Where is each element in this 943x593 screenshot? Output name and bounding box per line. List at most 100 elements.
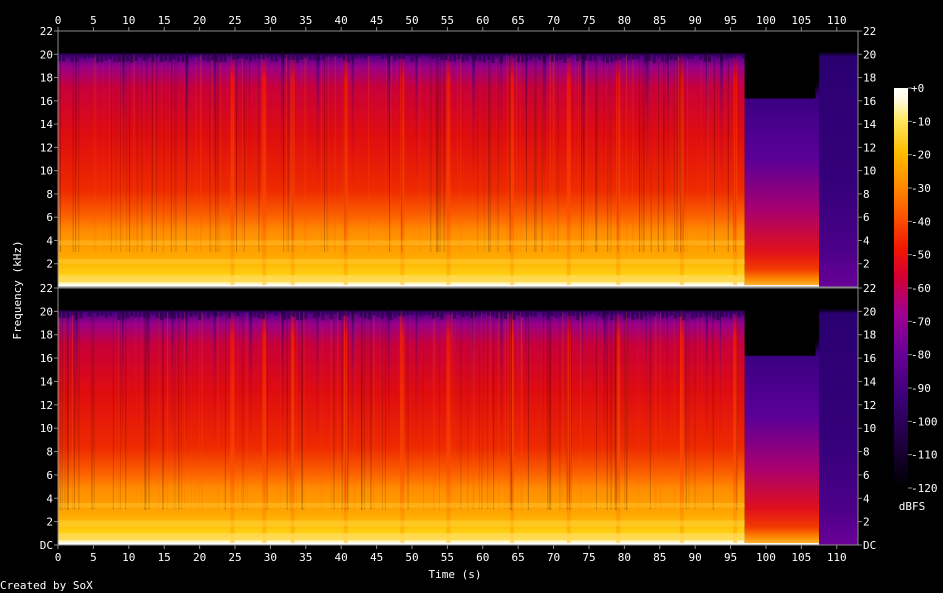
y-tick-label-right: 20 [863, 48, 876, 61]
spectrum-striation [126, 54, 128, 253]
spectrum-striation [735, 54, 737, 253]
spectrum-striation [178, 311, 180, 510]
spectrum-cutoff-edge [673, 53, 677, 61]
spectrum-striation [657, 54, 659, 253]
spectrum-striation [460, 311, 462, 510]
spectrum-cutoff-edge [690, 310, 694, 320]
spectrum-striation [396, 54, 398, 253]
spectrum-cutoff-edge [363, 310, 367, 319]
spectrum-quiet-gap [603, 306, 607, 448]
spectrum-cutoff-edge [134, 310, 138, 318]
spectrum-cutoff-edge [571, 53, 575, 56]
spectrum-cutoff-edge [240, 310, 244, 314]
spectrum-striation [75, 54, 77, 253]
spectrum-striation [733, 54, 735, 253]
spectrum-striation [549, 311, 551, 510]
spectrogram-right-channel [58, 288, 858, 545]
spectrum-striation [436, 54, 438, 253]
spectrum-cutoff-edge [533, 310, 537, 317]
spectrum-cutoff-edge [266, 53, 270, 58]
spectrum-cutoff-edge [448, 310, 452, 315]
spectrum-cutoff-edge [168, 310, 172, 319]
spectrum-cutoff-edge [525, 53, 529, 62]
spectrum-cutoff-edge [261, 53, 265, 60]
spectrogram-left-channel [58, 31, 858, 288]
spectrum-cutoff-edge [720, 53, 724, 61]
spectrum-cutoff-edge [622, 53, 626, 58]
spectrum-striation [688, 311, 690, 510]
spectrum-quiet-gap [121, 306, 124, 448]
spectrum-striation [345, 54, 347, 253]
spectrum-striation [639, 54, 641, 253]
spectrum-cutoff-edge [142, 310, 146, 318]
spectrum-striation [115, 54, 117, 253]
spectrum-cutoff-edge [419, 53, 423, 58]
spectrum-cutoff-edge [504, 53, 508, 56]
spectrum-striation [714, 54, 716, 253]
spectrum-striation [321, 311, 323, 510]
spectrum-cutoff-edge [724, 53, 728, 59]
x-tick-label-bottom: 85 [653, 551, 666, 564]
spectrum-striation [535, 54, 537, 253]
x-tick-label-bottom: 60 [476, 551, 489, 564]
spectrum-cutoff-edge [414, 53, 418, 58]
spectrum-striation [435, 54, 437, 253]
spectrum-quiet-gap [249, 49, 251, 190]
spectrum-cutoff-edge [355, 310, 359, 315]
x-tick-label-top: 55 [441, 14, 454, 27]
spectrum-cutoff-edge [644, 310, 648, 316]
spectrum-striation [212, 54, 214, 253]
spectrum-striation [344, 311, 346, 510]
spectrum-striation [488, 54, 490, 253]
spectrum-cutoff-edge [87, 53, 91, 58]
spectrum-cutoff-edge [487, 310, 491, 316]
y-tick-label-right: 2 [863, 516, 870, 529]
spectrum-cutoff-edge [172, 310, 176, 319]
spectrum-quiet-gap [351, 49, 354, 190]
colorbar-tick-label: -20 [911, 149, 931, 162]
spectrum-cutoff-edge [414, 310, 418, 313]
spectrum-cutoff-edge [635, 53, 639, 59]
spectrum-striation [72, 54, 74, 253]
spectrum-striation [624, 311, 626, 510]
spectrum-striation [145, 311, 147, 510]
spectrum-cutoff-edge [176, 53, 180, 62]
spectrum-tail-noise [819, 288, 858, 545]
spectrum-cutoff-edge [334, 53, 338, 57]
x-tick-label-top: 85 [653, 14, 666, 27]
x-tick-label-bottom: 40 [335, 551, 348, 564]
spectrum-cutoff-edge [368, 53, 372, 57]
spectrum-cutoff-edge [300, 53, 304, 60]
spectrum-striation [390, 54, 392, 253]
spectrum-cutoff-edge [644, 53, 648, 63]
spectrum-cutoff-edge [202, 310, 206, 314]
spectrum-cutoff-edge [605, 310, 609, 315]
spectrum-striation [401, 54, 403, 253]
spectrum-cutoff-edge [83, 53, 87, 59]
spectrum-cutoff-edge [410, 310, 414, 315]
spectrum-cutoff-edge [291, 53, 295, 60]
spectrum-striation [330, 311, 332, 510]
spectrum-transient [616, 307, 621, 545]
spectrum-cutoff-edge [181, 53, 185, 62]
spectrum-cutoff-edge [312, 53, 316, 60]
spectrum-cutoff-edge [66, 310, 70, 318]
spectrum-striation [467, 311, 469, 510]
x-tick-label-top: 30 [264, 14, 277, 27]
spectrum-bass-band [58, 240, 745, 246]
colorbar-tick-label: -70 [911, 315, 931, 328]
spectrum-cutoff-edge [453, 53, 457, 62]
spectrum-striation [370, 311, 372, 510]
spectrum-cutoff-edge [431, 53, 435, 59]
spectrum-cutoff-edge [631, 310, 635, 320]
spectrum-cutoff-edge [580, 310, 584, 316]
spectrum-striation [163, 54, 165, 253]
spectrum-striation [515, 54, 517, 253]
x-tick-label-bottom: 80 [618, 551, 631, 564]
spectrum-striation [680, 311, 682, 510]
colorbar-tick-label: -40 [911, 215, 931, 228]
spectrum-cutoff-edge [478, 310, 482, 315]
spectrum-cutoff-edge [686, 53, 690, 59]
spectrum-cutoff-edge [665, 310, 669, 318]
x-tick-label-bottom: 65 [512, 551, 525, 564]
